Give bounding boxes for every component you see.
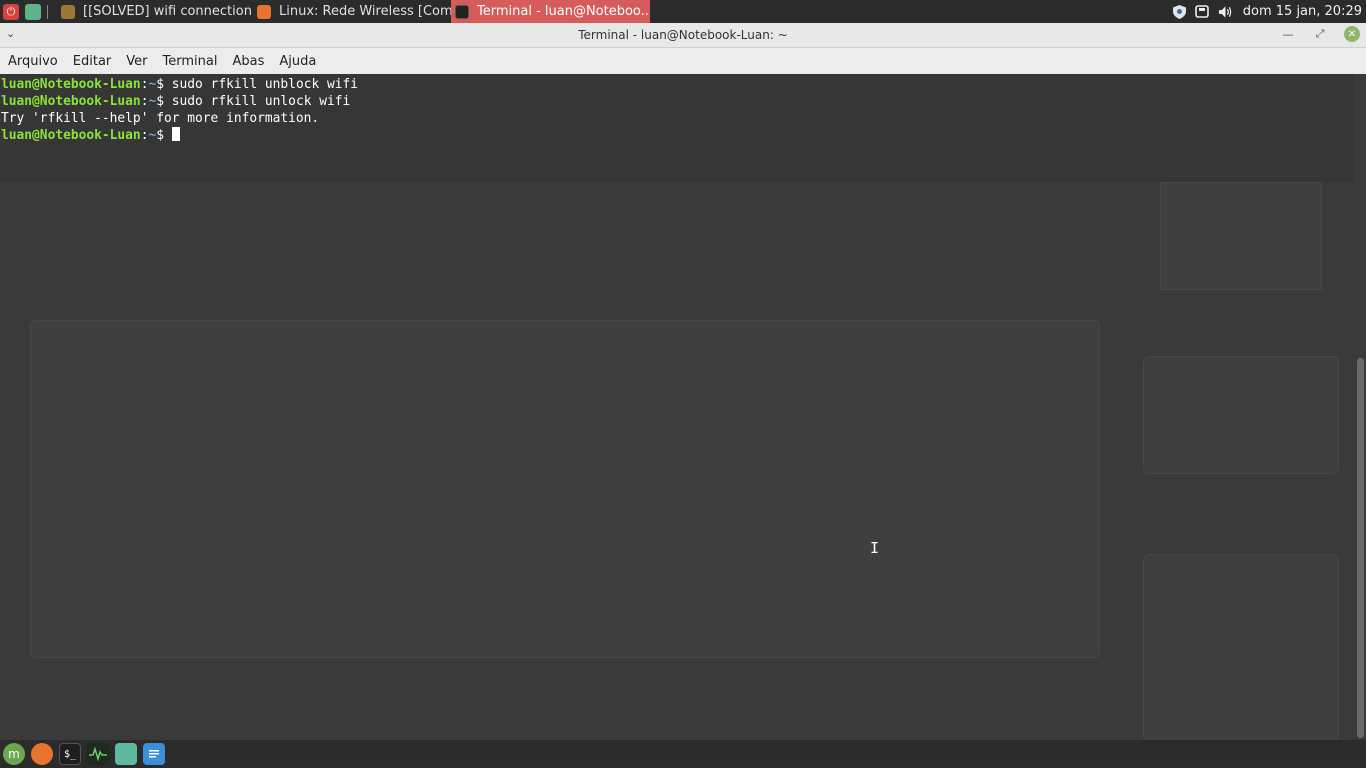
- terminal-command-line: luan@Notebook-Luan:~$ sudo rfkill unbloc…: [1, 76, 358, 93]
- shield-icon[interactable]: [1172, 4, 1187, 19]
- menubar: Arquivo Editar Ver Terminal Abas Ajuda: [0, 48, 1366, 74]
- background-ghost-card: [1143, 356, 1339, 474]
- menu-editar[interactable]: Editar: [65, 54, 119, 69]
- window-controls: — ⤢ ✕: [1280, 26, 1360, 42]
- mouse-ibeam-cursor-icon: I: [870, 539, 880, 557]
- task-firefox-rede[interactable]: Linux: Rede Wireless [Com...: [253, 0, 451, 23]
- prompt-user-host: luan@Notebook-Luan: [1, 128, 141, 143]
- terminal-command-line: luan@Notebook-Luan:~$: [1, 127, 358, 144]
- top-panel: ⏻ [[SOLVED] wifi connection ... Linux: R…: [0, 0, 1366, 23]
- menu-arquivo[interactable]: Arquivo: [0, 54, 65, 69]
- mint-menu-icon[interactable]: m: [3, 743, 25, 765]
- files-icon[interactable]: [115, 743, 137, 765]
- task-label: [[SOLVED] wifi connection ...: [83, 4, 253, 19]
- background-ghost-card: [1143, 554, 1339, 740]
- system-tray: dom 15 jan, 20:29: [1172, 0, 1366, 23]
- power-icon[interactable]: ⏻: [3, 3, 19, 20]
- system-monitor-icon[interactable]: [87, 743, 109, 765]
- scrollbar-thumb[interactable]: [1357, 358, 1364, 738]
- text-cursor: [171, 127, 180, 141]
- maximize-icon[interactable]: ⤢: [1312, 26, 1328, 42]
- terminal-scrollbar[interactable]: [1354, 74, 1366, 740]
- menu-abas[interactable]: Abas: [224, 54, 271, 69]
- terminal-icon: [455, 4, 469, 19]
- background-ghost-card: [1160, 182, 1322, 290]
- prompt-user-host: luan@Notebook-Luan: [1, 94, 141, 109]
- window-menu-icon[interactable]: ⌄: [6, 27, 15, 40]
- prompt-suffix: $: [156, 94, 172, 109]
- network-icon[interactable]: [1195, 4, 1210, 19]
- command-text: sudo rfkill unblock wifi: [171, 77, 359, 92]
- task-terminal[interactable]: Terminal - luan@Noteboo...: [451, 0, 650, 23]
- prompt-suffix: $: [156, 77, 172, 92]
- task-firefox-solved[interactable]: [[SOLVED] wifi connection ...: [57, 0, 253, 23]
- prompt-suffix: $: [156, 128, 172, 143]
- background-ghost-editor: [30, 320, 1100, 658]
- terminal-command-line: luan@Notebook-Luan:~$ sudo rfkill unlock…: [1, 93, 358, 110]
- clock[interactable]: dom 15 jan, 20:29: [1243, 4, 1362, 19]
- terminal-output[interactable]: luan@Notebook-Luan:~$ sudo rfkill unbloc…: [1, 76, 358, 144]
- text-editor-icon[interactable]: [143, 743, 165, 765]
- files-launcher-icon[interactable]: [25, 3, 41, 20]
- panel-separator: [47, 4, 48, 19]
- terminal-icon[interactable]: $_: [59, 743, 81, 765]
- window-title: Terminal - luan@Notebook-Luan: ~: [578, 28, 788, 42]
- terminal-view[interactable]: luan@Notebook-Luan:~$ sudo rfkill unbloc…: [0, 74, 1366, 740]
- firefox-icon[interactable]: [31, 743, 53, 765]
- window-titlebar[interactable]: ⌄ Terminal - luan@Notebook-Luan: ~ — ⤢ ✕: [0, 23, 1366, 48]
- close-icon[interactable]: ✕: [1344, 26, 1360, 42]
- firefox-icon: [257, 4, 271, 19]
- bottom-panel: m $_: [0, 740, 1366, 768]
- task-label: Linux: Rede Wireless [Com...: [279, 4, 451, 19]
- task-label: Terminal - luan@Noteboo...: [477, 4, 650, 19]
- menu-ajuda[interactable]: Ajuda: [271, 54, 323, 69]
- firefox-icon: [61, 4, 75, 19]
- menu-terminal[interactable]: Terminal: [155, 54, 225, 69]
- volume-icon[interactable]: [1218, 4, 1233, 19]
- terminal-output-line: Try 'rfkill --help' for more information…: [1, 111, 320, 126]
- minimize-icon[interactable]: —: [1280, 26, 1296, 42]
- prompt-user-host: luan@Notebook-Luan: [1, 77, 141, 92]
- menu-ver[interactable]: Ver: [118, 54, 154, 69]
- command-text: sudo rfkill unlock wifi: [171, 94, 351, 109]
